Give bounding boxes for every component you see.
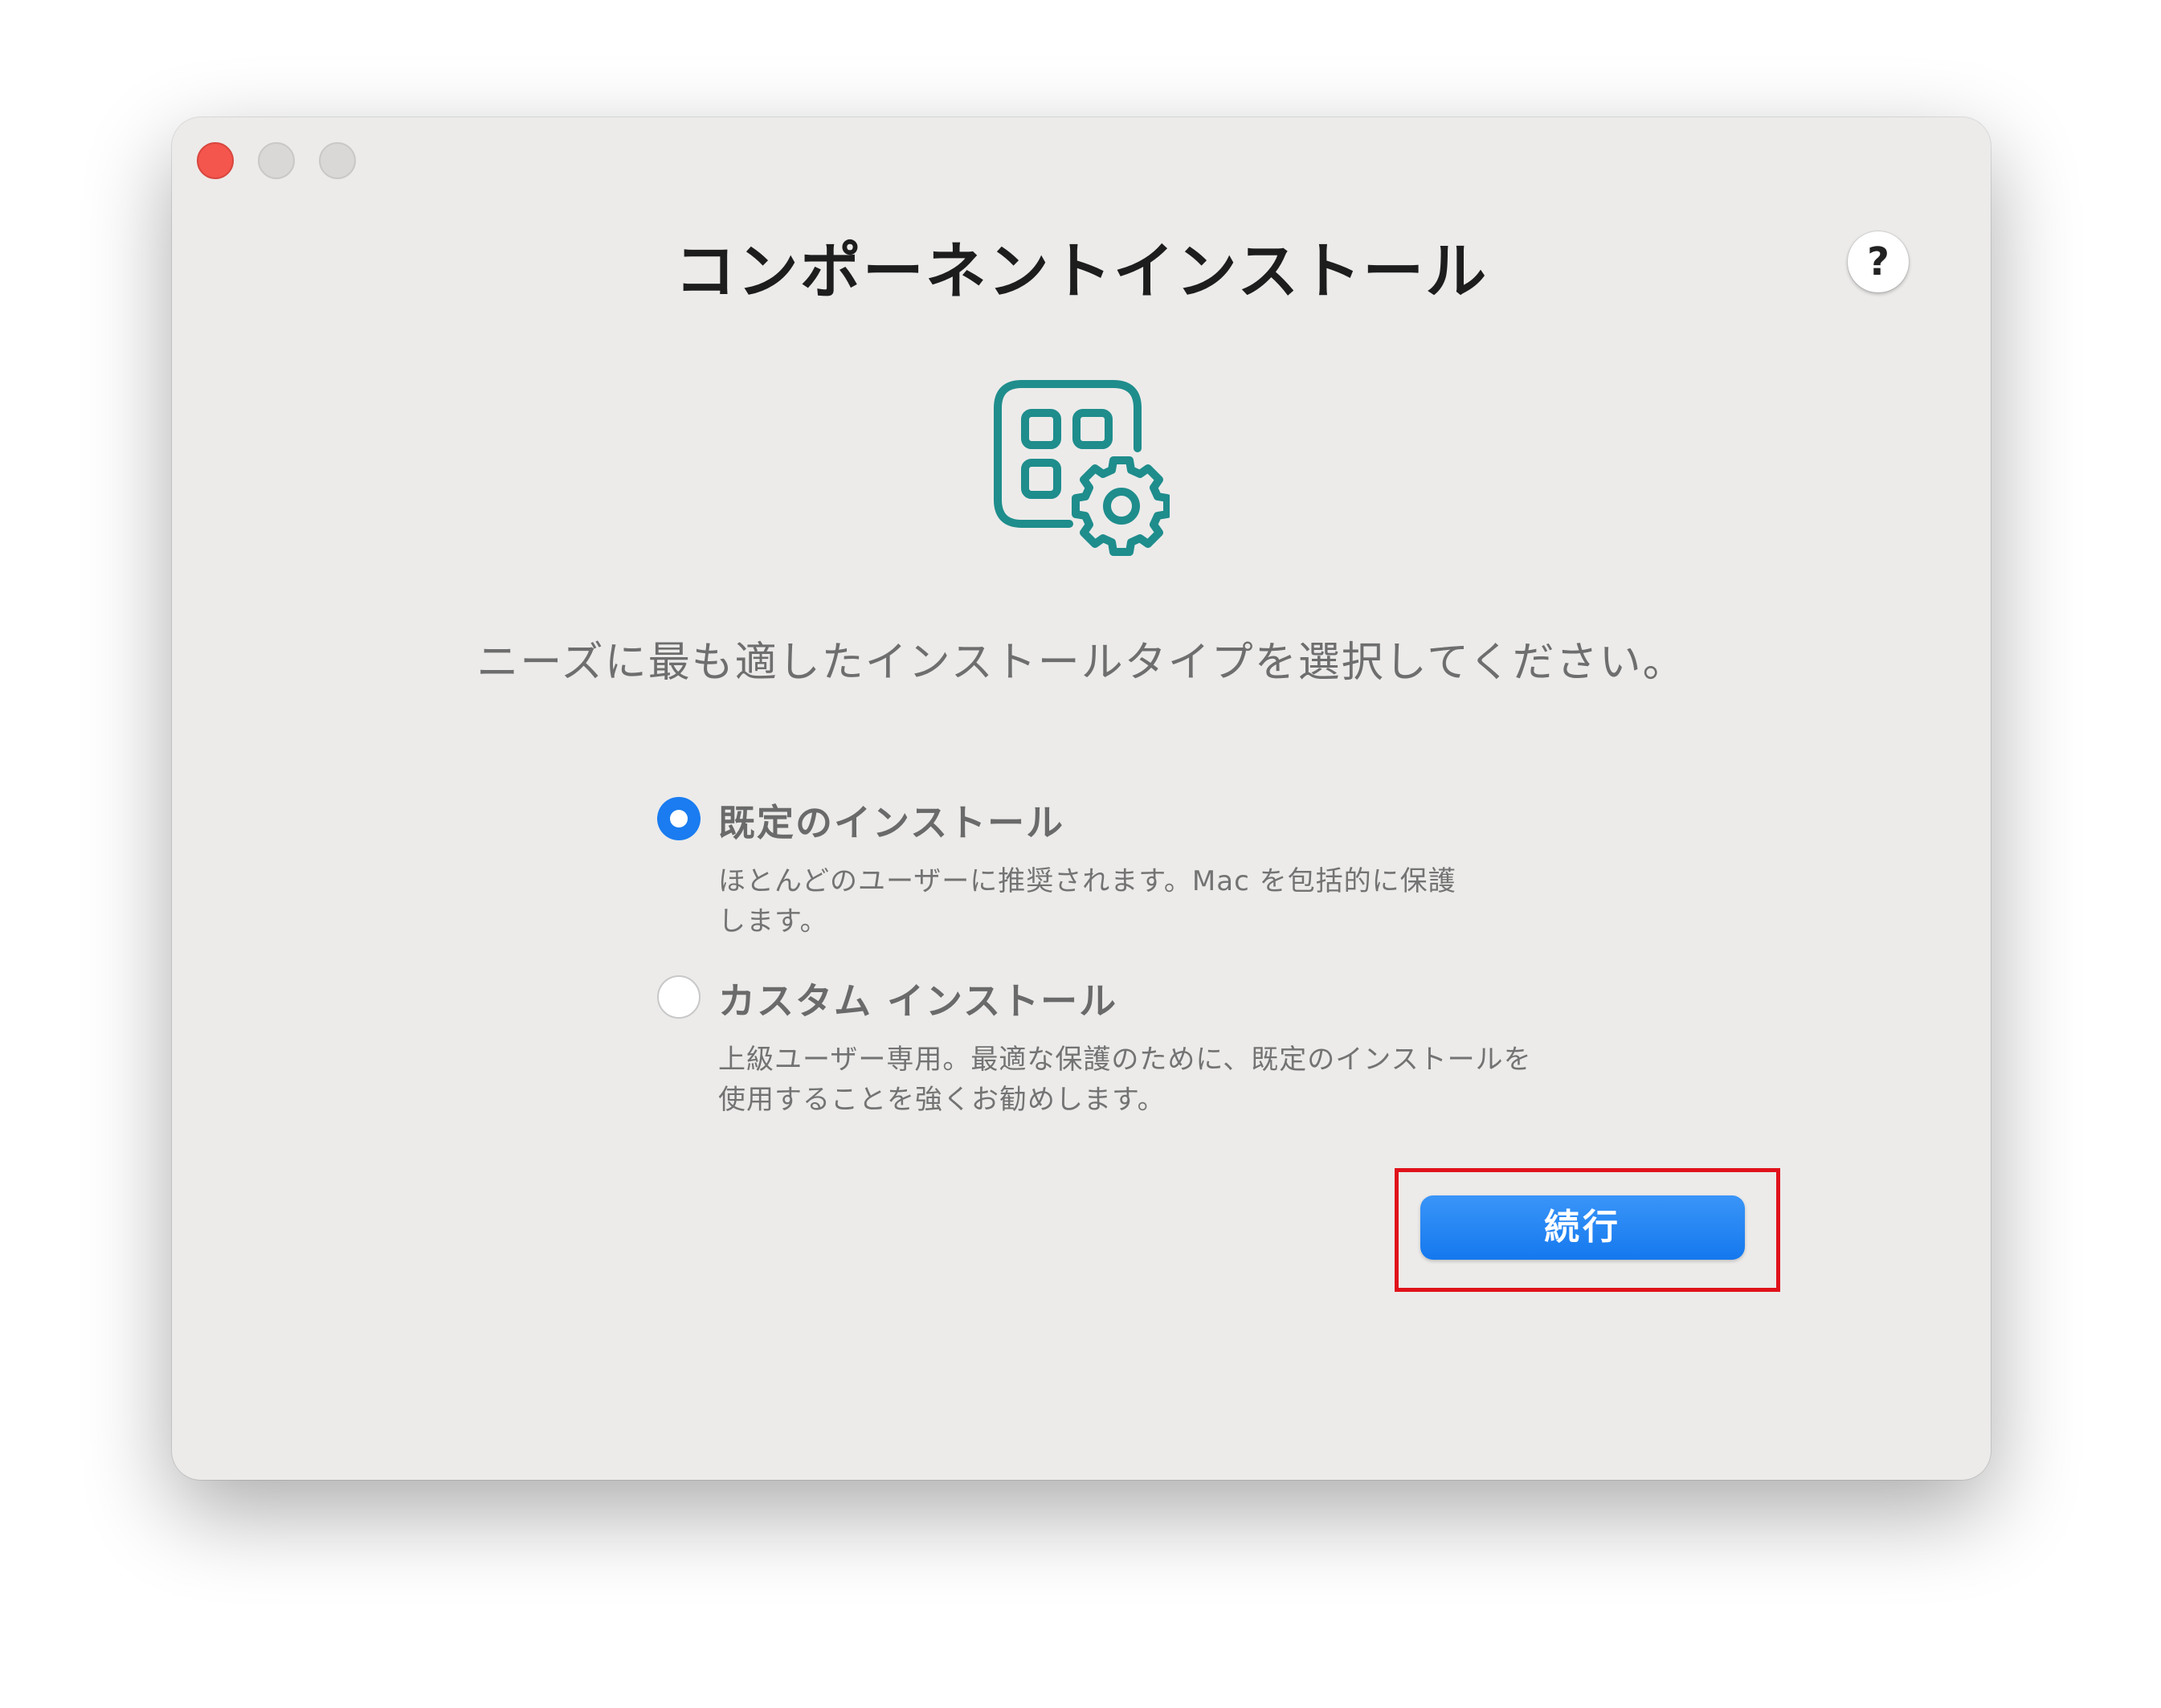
minimize-window-button[interactable]	[258, 142, 295, 179]
radio-default-install[interactable]	[657, 797, 701, 840]
page-title: コンポーネントインストール	[674, 235, 1489, 307]
component-settings-icon	[994, 380, 1170, 556]
option-description: ほとんどのユーザーに推奨されます。Mac を包括的に保護 します。	[718, 865, 1456, 938]
install-type-prompt: ニーズに最も適したインストールタイプを選択してください。	[476, 639, 1686, 687]
close-window-button[interactable]	[197, 142, 234, 179]
option-label[interactable]: カスタム インストール	[718, 972, 1117, 1025]
radio-custom-install[interactable]	[657, 975, 701, 1019]
continue-button[interactable]: 続行	[1420, 1195, 1745, 1260]
option-description: 上級ユーザー専用。最適な保護のために、既定のインストールを 使用することを強くお…	[718, 1044, 1532, 1116]
option-label[interactable]: 既定のインストール	[718, 794, 1064, 847]
zoom-window-button[interactable]	[319, 142, 356, 179]
help-button[interactable]: ?	[1848, 231, 1909, 292]
